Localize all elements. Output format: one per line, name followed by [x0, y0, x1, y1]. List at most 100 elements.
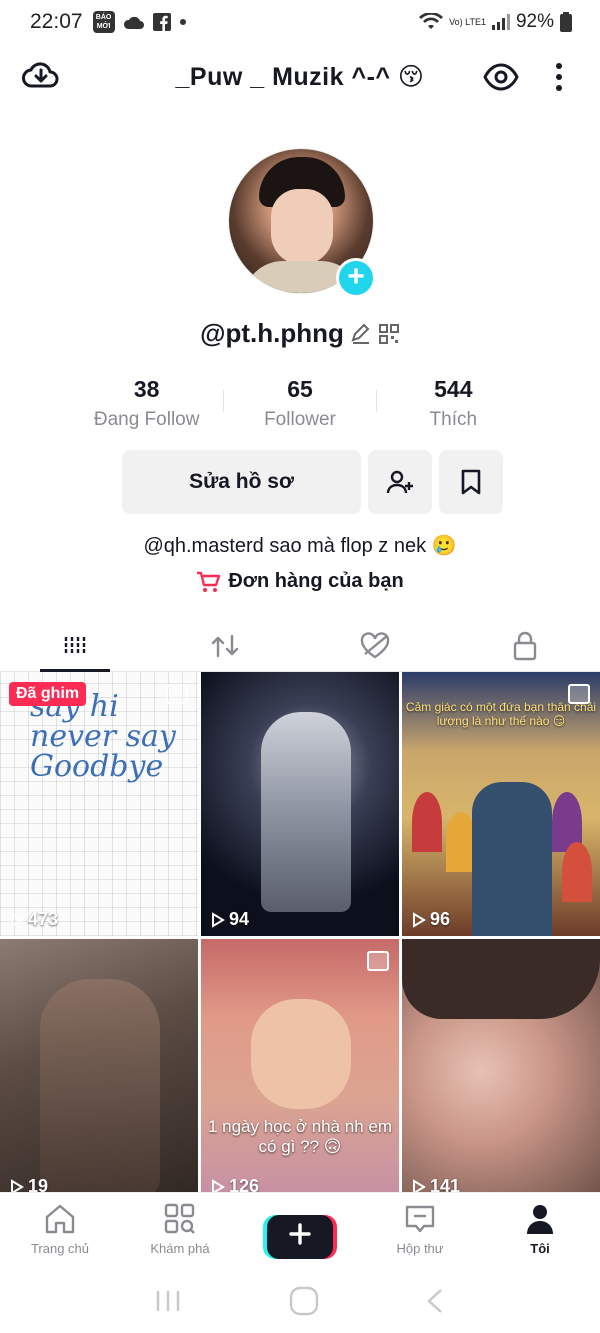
view-count-value: 94 [229, 909, 250, 929]
view-count-value: 473 [28, 909, 59, 929]
stat-divider [376, 390, 377, 412]
play-icon [413, 911, 426, 928]
status-notification-icons: BÁO MỚI [92, 11, 187, 33]
profile-bio: @qh.masterd sao mà flop z nek 🥲 [143, 535, 457, 557]
video-thumbnail[interactable]: 141 [402, 939, 600, 1203]
battery-icon [560, 12, 572, 32]
stat-followers[interactable]: 65 Follower [223, 376, 376, 431]
orders-label: Đơn hàng của bạn [228, 570, 404, 592]
back-icon[interactable] [425, 1288, 447, 1314]
video-thumbnail[interactable]: 94 [201, 672, 399, 936]
view-count: 473 [10, 909, 58, 930]
hidden-heart-icon [360, 631, 390, 658]
fan-decoration [412, 792, 442, 852]
recent-apps-icon[interactable] [153, 1288, 183, 1314]
person-hair [402, 939, 600, 1019]
tab-private[interactable] [450, 620, 600, 671]
stat-value: 65 [287, 376, 313, 402]
video-thumbnail[interactable]: 1 ngày học ở nhà nh em có gì ?? 🙃 126 [201, 939, 399, 1203]
video-thumbnail[interactable]: say hi never say Goodbye Đã ghim 473 [0, 672, 198, 936]
photo-icon [367, 951, 389, 971]
content-tabs [0, 620, 600, 672]
home-button-icon[interactable] [289, 1286, 319, 1316]
profile-stats: 38 Đang Follow 65 Follower 544 Thích [70, 376, 530, 431]
battery-percent: 92% [515, 11, 554, 32]
cloud-icon [123, 16, 144, 29]
fan-decoration [562, 842, 592, 902]
wifi-icon [419, 13, 444, 29]
status-time: 22:07 [30, 10, 83, 33]
video-thumbnail[interactable]: 19 [0, 939, 198, 1203]
pencil-icon[interactable] [350, 323, 372, 345]
orders-link[interactable]: Đơn hàng của bạn [0, 570, 600, 593]
nav-profile[interactable]: Tôi [480, 1193, 600, 1268]
add-user-icon [386, 470, 413, 494]
eye-icon[interactable] [482, 58, 520, 96]
plus-icon [289, 1223, 311, 1245]
lock-icon [513, 631, 537, 660]
stat-label: Thích [429, 409, 478, 430]
person-figure [40, 979, 160, 1199]
grid-icon [64, 636, 86, 655]
status-system-icons: Vo) LTE1 92% [419, 11, 572, 33]
stat-label: Đang Follow [93, 409, 200, 430]
network-label: Vo) LTE1 [449, 16, 486, 27]
create-button[interactable] [267, 1215, 333, 1259]
performer-figure [261, 712, 351, 912]
nav-label: Hộp thư [396, 1241, 444, 1256]
qr-code-icon[interactable] [378, 323, 400, 345]
shopping-cart-icon [197, 571, 221, 592]
username-row: @pt.h.phng [0, 318, 600, 349]
dot-icon [179, 19, 186, 25]
pinned-badge: Đã ghim [9, 682, 87, 706]
more-options-icon[interactable] [548, 58, 570, 96]
video-caption: Cảm giác có một đứa bạn thân chải lượng … [405, 700, 597, 728]
view-count-value: 96 [430, 909, 451, 929]
view-count: 94 [211, 909, 249, 930]
status-bar: 22:07 BÁO MỚI Vo) LTE1 92% [0, 0, 600, 44]
stat-label: Follower [264, 409, 336, 430]
person-face [251, 999, 351, 1109]
nav-create[interactable] [240, 1193, 360, 1268]
stat-value: 544 [434, 376, 473, 402]
nav-home[interactable]: Trang chủ [0, 1193, 120, 1268]
video-thumbnail[interactable]: Cảm giác có một đứa bạn thân chải lượng … [402, 672, 600, 936]
add-avatar-button[interactable]: + [336, 258, 376, 298]
video-grid: say hi never say Goodbye Đã ghim 473 94 … [0, 672, 600, 1203]
nav-discover[interactable]: Khám phá [120, 1193, 240, 1268]
favorites-button[interactable] [439, 450, 503, 514]
system-navigation [0, 1268, 600, 1333]
nav-label: Tôi [530, 1241, 550, 1256]
username: @pt.h.phng [200, 318, 344, 348]
tab-liked[interactable] [300, 620, 450, 671]
repost-icon [211, 634, 239, 657]
tab-reposts[interactable] [150, 620, 300, 671]
stat-likes[interactable]: 544 Thích [377, 376, 530, 431]
profile-header: _Puw _ Muzik ^-^ 😚 [0, 52, 600, 102]
signal-icon [491, 14, 510, 30]
avatar-container[interactable]: + [228, 148, 376, 298]
video-caption: 1 ngày học ở nhà nh em có gì ?? 🙃 [207, 1117, 393, 1156]
play-icon [212, 911, 225, 928]
stat-value: 38 [133, 376, 160, 402]
stat-divider [223, 390, 224, 412]
add-friend-button[interactable] [368, 450, 432, 514]
facebook-icon [152, 13, 171, 31]
photo-icon [568, 684, 590, 704]
nav-label: Khám phá [150, 1241, 210, 1256]
tab-videos[interactable] [0, 620, 150, 672]
profile-icon [527, 1205, 553, 1234]
nav-inbox[interactable]: Hộp thư [360, 1193, 480, 1268]
profile-actions: Sửa hồ sơ [122, 450, 503, 514]
avatar-face [271, 189, 333, 265]
bottom-navigation: Trang chủ Khám phá Hộp thư Tôi [0, 1192, 600, 1268]
edit-profile-button[interactable]: Sửa hồ sơ [122, 450, 361, 514]
inbox-icon [405, 1205, 435, 1233]
stat-following[interactable]: 38 Đang Follow [70, 376, 223, 431]
discover-icon [164, 1203, 195, 1234]
baomoi-app-icon: BÁO MỚI [92, 11, 115, 33]
nav-label: Trang chủ [30, 1241, 90, 1256]
robe-figure [472, 782, 552, 936]
play-icon [11, 911, 24, 928]
view-count: 96 [412, 909, 450, 930]
